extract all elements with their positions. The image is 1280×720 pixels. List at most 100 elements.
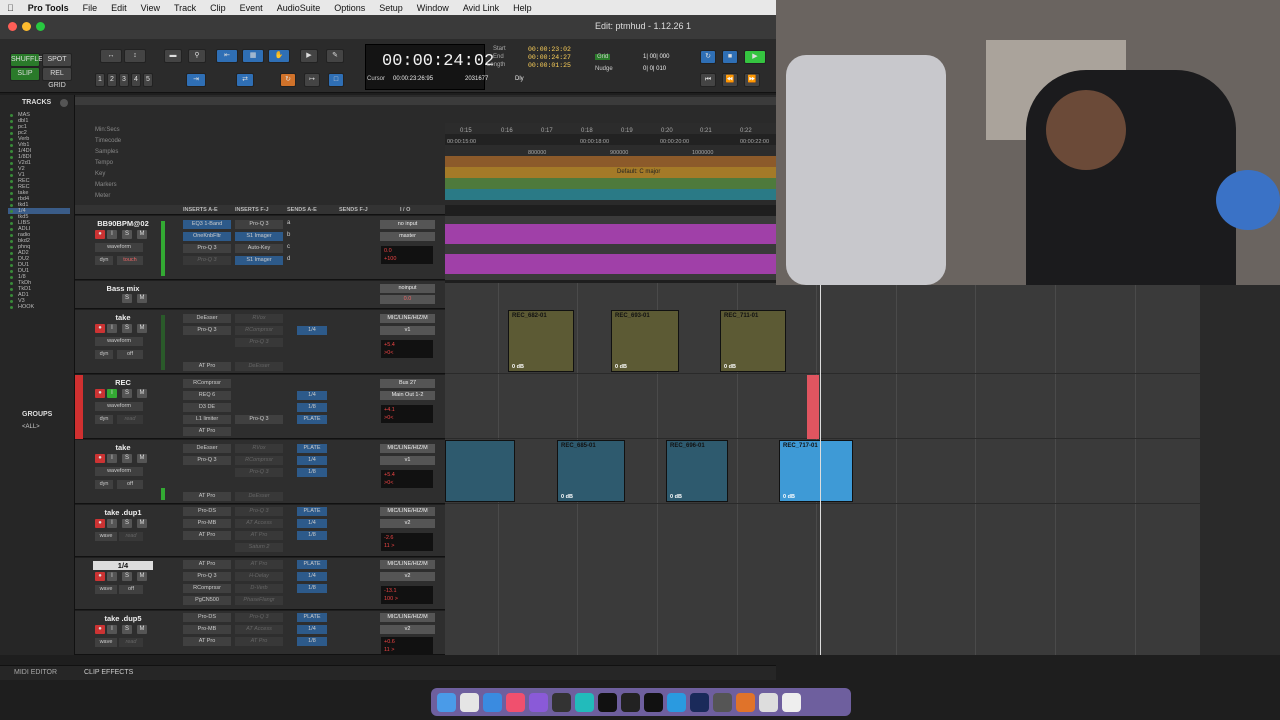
input-selector[interactable]: MIC/LINE/HIZ/M xyxy=(380,613,435,622)
slip-mode-button[interactable]: SLIP xyxy=(10,67,40,81)
insert-i[interactable]: Saturn 2 xyxy=(235,543,283,552)
insert-b[interactable]: Pro-Q 3 xyxy=(183,456,231,465)
solo-button[interactable]: S xyxy=(122,324,132,333)
mute-button[interactable]: M xyxy=(137,324,147,333)
mute-button[interactable]: M xyxy=(137,389,147,398)
track-header-take-dup1[interactable]: take .dup1 ● I S M wave read Pro-DS Pro-… xyxy=(75,505,445,557)
send-b[interactable]: 1/4 xyxy=(297,391,327,400)
record-arm-button[interactable]: ● xyxy=(95,625,105,634)
avid-icon[interactable] xyxy=(598,692,617,712)
input-selector[interactable]: MIC/LINE/HIZ/M xyxy=(380,560,435,569)
zoom-in-icon[interactable]: ↕ xyxy=(124,49,146,63)
send-b[interactable]: 1/4 xyxy=(297,326,327,335)
solo-button[interactable]: S xyxy=(122,294,132,303)
send-b[interactable]: 1/4 xyxy=(297,456,327,465)
output-selector[interactable]: v2 xyxy=(380,519,435,528)
send-c[interactable]: 1/8 xyxy=(297,531,327,540)
end-value[interactable]: 00:00:24:27 xyxy=(528,54,571,61)
insert-b[interactable]: Pro-Q 3 xyxy=(183,572,231,581)
insert-c[interactable]: AT Pro xyxy=(183,637,231,646)
insert-c[interactable]: D3 DE xyxy=(183,403,231,412)
audio-clip[interactable]: REC_693-01 0 dB xyxy=(611,310,679,372)
insert-g[interactable]: S1 Imager xyxy=(235,232,283,241)
zoom-mode-icon[interactable]: ▬ xyxy=(164,49,182,63)
audio-clip[interactable]: REC_685-01 0 dB xyxy=(557,440,625,502)
track-name[interactable]: BB90BPM@02 xyxy=(93,219,153,228)
app-icon[interactable] xyxy=(575,692,594,712)
mute-button[interactable]: M xyxy=(137,230,147,239)
insert-f[interactable]: RVox xyxy=(235,314,283,323)
solo-button[interactable]: S xyxy=(122,389,132,398)
mirror-midi-icon[interactable]: ⇄ xyxy=(236,73,254,87)
input-selector[interactable]: noinput xyxy=(380,284,435,293)
output-selector[interactable]: master xyxy=(380,232,435,241)
track-header-take-2[interactable]: take ● I S M waveform dyn off DeEsser Pr… xyxy=(75,440,445,504)
trim-tool-icon[interactable]: ⇤ xyxy=(216,49,238,63)
shuffle-mode-button[interactable]: SHUFFLE xyxy=(10,53,43,67)
insert-d[interactable]: PgCN500 xyxy=(183,596,231,605)
length-value[interactable]: 00:00:01:25 xyxy=(528,62,571,69)
play-icon[interactable]: ▶ xyxy=(744,50,766,64)
edit-timeline[interactable]: REC_682-01 0 dB REC_693-01 0 dB REC_711-01… xyxy=(445,283,1200,655)
tempo-ruler[interactable] xyxy=(445,156,776,167)
track-header-bass-mix[interactable]: Bass mix S M noinput 0.0 xyxy=(75,281,445,309)
send-c[interactable]: 1/8 xyxy=(297,468,327,477)
settings-icon[interactable] xyxy=(552,692,571,712)
menu-audiosuite[interactable]: AudioSuite xyxy=(270,3,328,13)
clip-effects-tab[interactable]: CLIP EFFECTS xyxy=(84,669,133,676)
start-value[interactable]: 00:00:23:02 xyxy=(528,46,571,53)
insert-h[interactable]: AT Pro xyxy=(235,637,283,646)
timecode-ruler[interactable] xyxy=(445,134,776,145)
menu-clip[interactable]: Clip xyxy=(203,3,233,13)
beat-waveform-right[interactable] xyxy=(445,254,776,274)
track-name[interactable]: take .dup5 xyxy=(93,614,153,623)
close-window-button[interactable] xyxy=(8,22,17,31)
track-dyn-selector[interactable]: dyn xyxy=(95,480,113,489)
groups-all-item[interactable]: <ALL> xyxy=(22,424,40,430)
send-c[interactable]: c xyxy=(287,244,290,250)
insert-i[interactable]: S1 Imager xyxy=(235,256,283,265)
insert-g[interactable]: RComprssr xyxy=(235,326,283,335)
record-arm-button[interactable]: ● xyxy=(95,519,105,528)
zoom-preset-5[interactable]: 5 xyxy=(143,73,153,87)
automation-mode-selector[interactable]: read xyxy=(119,532,143,541)
track-header-take[interactable]: take ● I S M waveform dyn off DeEsser Pr… xyxy=(75,310,445,374)
insert-b[interactable]: OneKnbFltr xyxy=(183,232,231,241)
volume-pan-display[interactable]: +0.6 11 > xyxy=(381,637,433,654)
zoom-preset-1[interactable]: 1 xyxy=(95,73,105,87)
mute-button[interactable]: M xyxy=(137,454,147,463)
send-d[interactable]: PLATE xyxy=(297,415,327,424)
track-dyn-selector[interactable]: dyn xyxy=(95,256,113,265)
track-header-bb90bpm[interactable]: BB90BPM@02 ● I S M waveform dyn touch EQ… xyxy=(75,216,445,280)
insert-a[interactable]: Pro-DS xyxy=(183,613,231,622)
insert-g[interactable]: RComprssr xyxy=(235,456,283,465)
scrubber-tool-icon[interactable]: ▶ xyxy=(300,49,318,63)
solo-button[interactable]: S xyxy=(122,454,132,463)
menu-help[interactable]: Help xyxy=(506,3,539,13)
insert-h[interactable]: Auto-Key xyxy=(235,244,283,253)
menu-avid-link[interactable]: Avid Link xyxy=(456,3,506,13)
insert-c[interactable]: Pro-Q 3 xyxy=(183,244,231,253)
insert-f[interactable]: AT Pro xyxy=(235,560,283,569)
track-dyn-selector[interactable]: dyn xyxy=(95,415,113,424)
input-selector[interactable]: MIC/LINE/HIZ/M xyxy=(380,507,435,516)
beat-track-lane[interactable] xyxy=(445,216,776,280)
app-icon[interactable] xyxy=(736,692,755,712)
insert-f[interactable]: RVox xyxy=(235,444,283,453)
pencil-tool-icon[interactable]: ✎ xyxy=(326,49,344,63)
link-timeline-icon[interactable]: ↻ xyxy=(280,73,296,87)
insert-c[interactable]: RComprssr xyxy=(183,584,231,593)
zoom-window-button[interactable] xyxy=(36,22,45,31)
send-a[interactable]: a xyxy=(287,220,290,226)
input-monitor-button[interactable]: I xyxy=(107,625,117,634)
insert-h[interactable]: AT Pro xyxy=(235,531,283,540)
insert-g[interactable]: AT Access xyxy=(235,519,283,528)
automation-mode-selector[interactable]: off xyxy=(117,480,143,489)
send-b[interactable]: b xyxy=(287,232,290,238)
send-c[interactable]: 1/8 xyxy=(297,584,327,593)
insert-a[interactable]: DeEsser xyxy=(183,314,231,323)
insert-c[interactable]: AT Pro xyxy=(183,531,231,540)
tiktok-icon[interactable] xyxy=(644,692,663,712)
track-view-selector[interactable]: waveform xyxy=(95,402,143,411)
menu-file[interactable]: File xyxy=(76,3,105,13)
